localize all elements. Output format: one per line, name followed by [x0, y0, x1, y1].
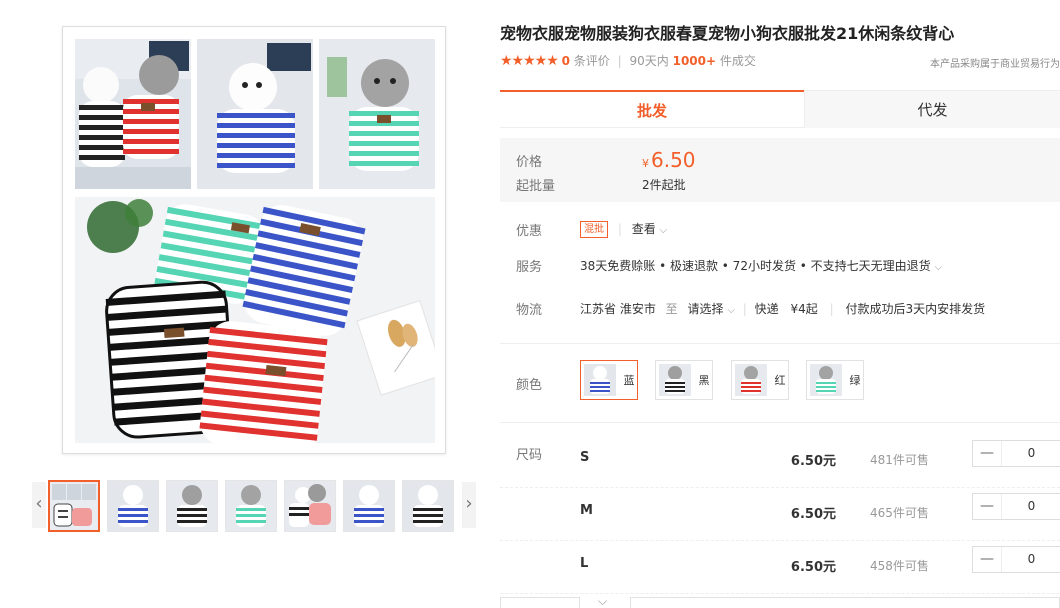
price-value: ¥6.50 — [642, 148, 696, 172]
business-note: 本产品采购属于商业贸易行为 — [930, 59, 1060, 70]
divider: | — [829, 302, 834, 316]
price-box: 价格 ¥6.50 起批量 2件起批 — [500, 138, 1060, 202]
tab-dropship[interactable]: 代发 — [804, 90, 1060, 128]
thumbnail-strip: ‹ › — [32, 478, 478, 534]
color-name: 红 — [774, 374, 786, 387]
size-stock: 481件可售 — [870, 453, 929, 467]
thumbnail-7[interactable] — [402, 480, 454, 532]
quantity-input[interactable]: 0 — [1001, 547, 1060, 572]
size-row-s: S 6.50元 481件可售 — 0 — [500, 436, 1060, 488]
divider: | — [617, 54, 622, 68]
price-number: 6.50 — [651, 148, 696, 172]
service-row: 38天免费赊账 • 极速退款 • 72小时发货 • 不支持七天无理由退货 ⌵ — [580, 257, 942, 274]
size-stock: 465件可售 — [870, 506, 929, 520]
photo-flat-lay-vests — [75, 197, 435, 443]
color-swatch — [810, 364, 842, 396]
photo-dog-green — [319, 39, 435, 189]
promo-row: 混批 | 查看 ⌵ — [580, 220, 667, 238]
size-stock: 458件可售 — [870, 559, 929, 573]
bottom-control-box[interactable] — [500, 597, 580, 608]
color-name: 黑 — [698, 374, 710, 387]
photo-dog-blue — [197, 39, 313, 189]
moq-label: 起批量 — [516, 179, 556, 194]
color-name: 蓝 — [623, 374, 635, 387]
promo-view-link[interactable]: 查看 — [632, 222, 656, 236]
size-price: 6.50元 — [790, 560, 836, 575]
service-label: 服务 — [516, 260, 543, 275]
quantity-stepper: — 0 — [972, 493, 1060, 520]
color-option-red[interactable]: 红 — [731, 360, 789, 400]
color-option-green[interactable]: 绿 — [806, 360, 864, 400]
size-row-l: L 6.50元 458件可售 — 0 — [500, 542, 1060, 594]
shipping-fee: ¥4起 — [790, 302, 818, 316]
thumbnail-3[interactable] — [166, 480, 218, 532]
ship-origin: 江苏省 淮安市 — [580, 302, 656, 316]
section-divider — [500, 422, 1060, 423]
chevron-down-icon[interactable]: ⌵ — [598, 594, 607, 608]
currency-symbol: ¥ — [642, 157, 649, 170]
review-suffix[interactable]: 条评价 — [574, 54, 610, 68]
section-divider — [500, 343, 1060, 344]
tab-wholesale[interactable]: 批发 — [500, 90, 804, 128]
thumbnail-1[interactable] — [48, 480, 100, 532]
quantity-input[interactable]: 0 — [1001, 441, 1060, 466]
promo-tag: 混批 — [580, 221, 608, 238]
size-name: S — [580, 450, 590, 465]
color-option-black[interactable]: 黑 — [655, 360, 713, 400]
divider: | — [617, 222, 622, 236]
minus-icon[interactable]: — — [973, 441, 1001, 466]
sales-period: 90天内 — [629, 54, 669, 68]
ship-to: 至 — [665, 302, 678, 316]
logistics-row: 江苏省 淮安市 至 请选择 ⌵ | 快递 ¥4起 | 付款成功后3天内安排发货 — [580, 300, 985, 317]
thumbnail-4[interactable] — [225, 480, 277, 532]
minus-icon[interactable]: — — [973, 547, 1001, 572]
rating-stars-icon: ★★★★★ — [500, 53, 559, 69]
quantity-stepper: — 0 — [972, 546, 1060, 573]
color-swatch — [584, 364, 616, 396]
size-name: L — [580, 556, 589, 571]
review-count[interactable]: 0 — [562, 54, 570, 68]
sold-count: 1000+ — [672, 54, 717, 68]
product-photo-collage — [73, 37, 435, 443]
thumbnail-next-arrow-icon[interactable]: › — [462, 482, 476, 528]
main-product-image[interactable] — [62, 26, 446, 454]
size-price: 6.50元 — [790, 454, 836, 469]
thumbnail-5[interactable] — [284, 480, 336, 532]
product-title: 宠物衣服宠物服装狗衣服春夏宠物小狗衣服批发21休闲条纹背心 — [500, 24, 955, 43]
bottom-control-bar[interactable] — [630, 597, 1060, 608]
rating-row: ★★★★★ 0 条评价 | 90天内 1000+ 件成交 本产品采购属于商业贸易… — [500, 52, 1060, 70]
quantity-stepper: — 0 — [972, 440, 1060, 467]
photo-dogs-black-red — [75, 39, 191, 189]
service-text: 38天免费赊账 • 极速退款 • 72小时发货 • 不支持七天无理由退货 — [580, 259, 931, 273]
express-label: 快递 — [754, 302, 779, 316]
quantity-input[interactable]: 0 — [1001, 494, 1060, 519]
color-name: 绿 — [849, 374, 861, 387]
thumbnail-6[interactable] — [343, 480, 395, 532]
size-price: 6.50元 — [790, 507, 836, 522]
thumbnail-2[interactable] — [107, 480, 159, 532]
dispatch-note: 付款成功后3天内安排发货 — [845, 302, 986, 316]
chevron-down-icon[interactable]: ⌵ — [727, 305, 735, 316]
chevron-down-icon[interactable]: ⌵ — [935, 262, 943, 273]
sold-suffix: 件成交 — [719, 54, 756, 68]
chevron-down-icon[interactable]: ⌵ — [660, 225, 668, 236]
size-name: M — [580, 503, 593, 518]
color-swatch — [659, 364, 691, 396]
color-option-blue[interactable]: 蓝 — [580, 360, 638, 400]
logistics-label: 物流 — [516, 303, 543, 318]
purchase-mode-tabs: 批发 代发 — [500, 90, 1060, 128]
minus-icon[interactable]: — — [973, 494, 1001, 519]
moq-value: 2件起批 — [642, 178, 686, 192]
promo-label: 优惠 — [516, 224, 543, 239]
price-label: 价格 — [516, 155, 543, 170]
color-swatch — [735, 364, 767, 396]
color-label: 颜色 — [516, 378, 543, 393]
destination-select[interactable]: 请选择 — [688, 302, 724, 316]
divider: | — [742, 302, 747, 316]
size-row-m: M 6.50元 465件可售 — 0 — [500, 489, 1060, 541]
thumbnail-prev-arrow-icon[interactable]: ‹ — [32, 482, 46, 528]
